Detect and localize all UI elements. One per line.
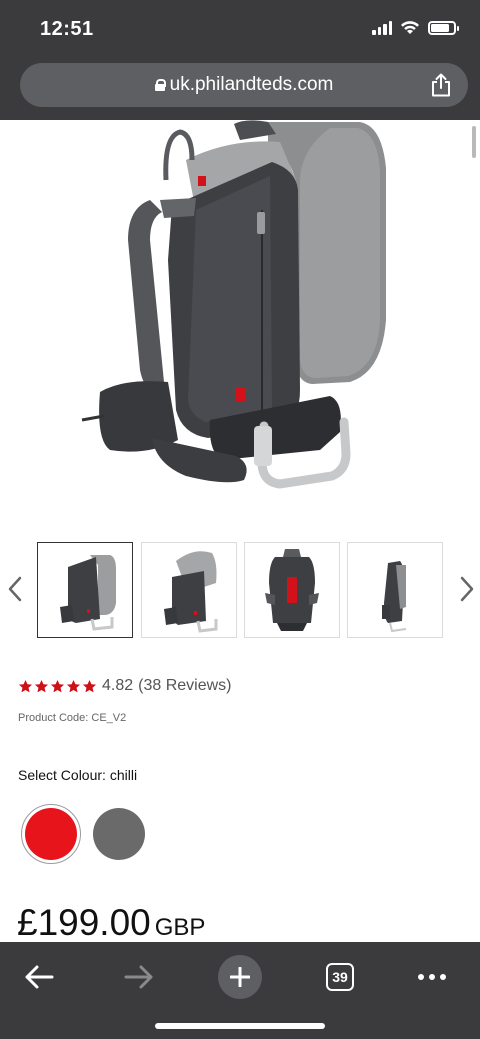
home-indicator[interactable]	[155, 1023, 325, 1029]
thumbnail-folded-view[interactable]	[347, 542, 443, 638]
chevron-left-icon[interactable]	[6, 574, 26, 604]
product-thumbnail-carousel	[0, 540, 480, 640]
product-main-image[interactable]	[0, 120, 480, 520]
plus-icon	[230, 967, 250, 987]
star-icon	[82, 679, 97, 692]
colour-swatch-grey[interactable]	[93, 808, 145, 860]
cellular-signal-icon	[372, 20, 392, 35]
star-icon	[50, 679, 65, 692]
more-icon	[418, 974, 446, 980]
price-currency: GBP	[154, 914, 206, 941]
battery-icon	[428, 20, 459, 35]
thumbnail-side-view[interactable]	[37, 542, 133, 638]
price-amount: £199.00	[17, 902, 151, 943]
url-text: uk.philandteds.com	[169, 74, 334, 95]
select-colour-label: Select Colour: chilli	[18, 767, 138, 783]
tabs-button[interactable]: 39	[310, 950, 370, 1004]
star-icon	[34, 679, 49, 692]
status-time: 12:51	[40, 18, 94, 40]
status-icons	[372, 20, 459, 35]
chevron-right-icon[interactable]	[456, 574, 476, 604]
product-rating[interactable]: 4.82 (38 Reviews)	[18, 677, 232, 695]
browser-top-chrome: 12:51 uk.philandteds.com	[0, 0, 480, 120]
rating-value: 4.82	[102, 677, 134, 694]
page-scroll-indicator	[472, 126, 476, 158]
address-bar[interactable]: uk.philandteds.com	[20, 63, 468, 107]
back-button[interactable]	[9, 950, 69, 1004]
star-icon	[18, 679, 33, 692]
product-price: £199.00 GBP	[17, 902, 205, 944]
thumbnail-image	[164, 551, 218, 633]
colour-swatch-chilli[interactable]	[25, 808, 77, 860]
reviews-link[interactable]: (38 Reviews)	[138, 677, 231, 695]
status-bar: 12:51	[0, 0, 480, 60]
forward-button[interactable]	[109, 950, 169, 1004]
more-menu-button[interactable]	[402, 950, 462, 1004]
child-carrier-backpack-image	[81, 120, 386, 489]
tabs-icon: 39	[326, 963, 354, 991]
url-display[interactable]: uk.philandteds.com	[20, 74, 468, 96]
thumbnail-image	[60, 555, 116, 631]
wifi-icon	[401, 21, 419, 34]
product-code: Product Code: CE_V2	[18, 712, 127, 724]
rating-stars	[18, 679, 97, 694]
thumbnail-back-view[interactable]	[244, 542, 340, 638]
arrow-left-icon	[25, 965, 54, 989]
thumbnail-image	[382, 561, 407, 633]
arrow-right-icon	[124, 965, 153, 989]
thumbnail-hood-up[interactable]	[141, 542, 237, 638]
thumbnail-image	[265, 549, 319, 631]
new-tab-button[interactable]	[210, 950, 270, 1004]
lock-icon	[154, 79, 166, 91]
new-tab-circle	[218, 955, 262, 999]
star-icon	[66, 679, 81, 692]
share-icon[interactable]	[430, 73, 452, 97]
